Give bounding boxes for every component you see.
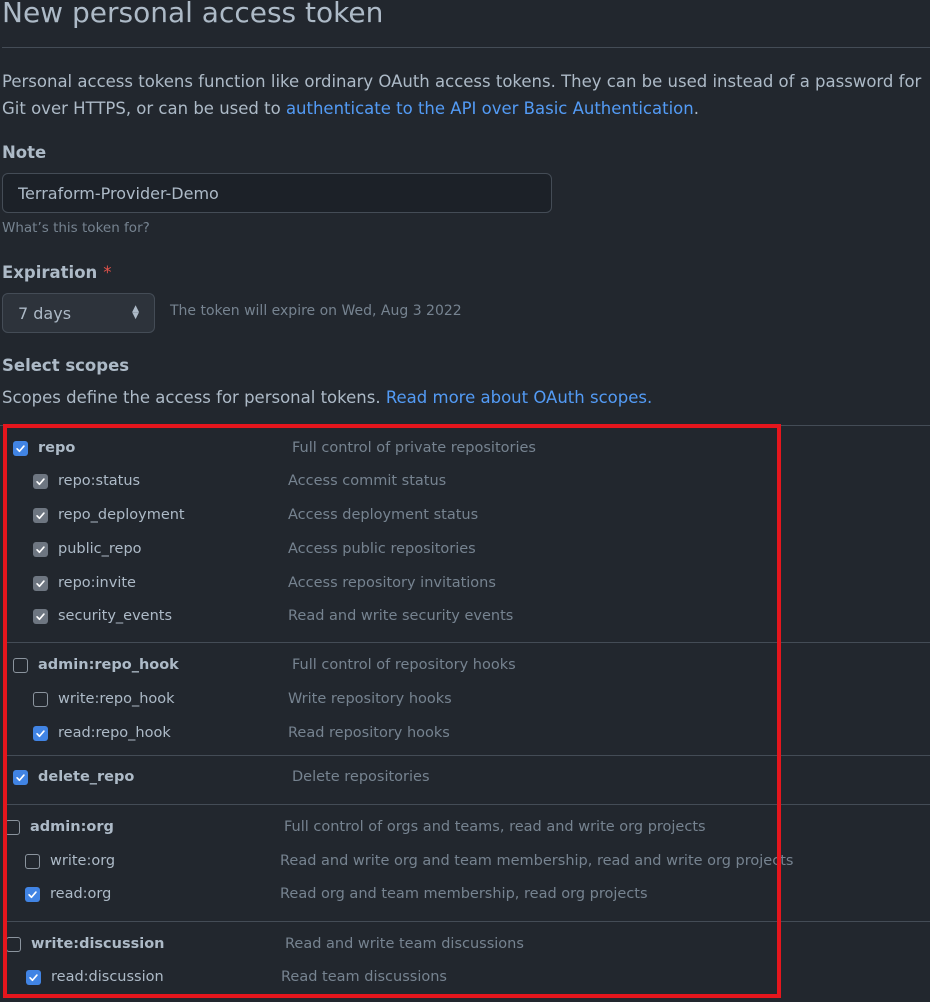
required-marker: * <box>103 263 112 282</box>
page: New personal access token Personal acces… <box>0 0 930 1002</box>
note-input[interactable] <box>2 173 552 213</box>
title-divider <box>2 47 930 48</box>
oauth-scopes-link[interactable]: Read more about OAuth scopes. <box>386 388 652 407</box>
scopes-desc-text: Scopes define the access for personal to… <box>2 388 381 407</box>
intro-paragraph: Personal access tokens function like ord… <box>2 68 928 122</box>
select-scopes-heading: Select scopes <box>2 356 130 375</box>
basic-auth-link[interactable]: authenticate to the API over Basic Authe… <box>286 99 694 118</box>
highlight-box <box>3 424 781 998</box>
expiration-selected-value: 7 days <box>18 303 72 323</box>
page-title: New personal access token <box>2 0 384 29</box>
note-hint: What’s this token for? <box>2 220 150 236</box>
note-label: Note <box>2 143 47 162</box>
expiration-note: The token will expire on Wed, Aug 3 2022 <box>170 303 462 319</box>
select-arrows-icon: ▲ ▼ <box>132 304 139 321</box>
scopes-description: Scopes define the access for personal to… <box>2 388 652 407</box>
intro-end: . <box>693 99 699 118</box>
expiration-label: Expiration * <box>2 263 112 282</box>
expiration-label-text: Expiration <box>2 263 98 282</box>
expiration-select[interactable]: 7 days ▲ ▼ <box>2 293 155 333</box>
